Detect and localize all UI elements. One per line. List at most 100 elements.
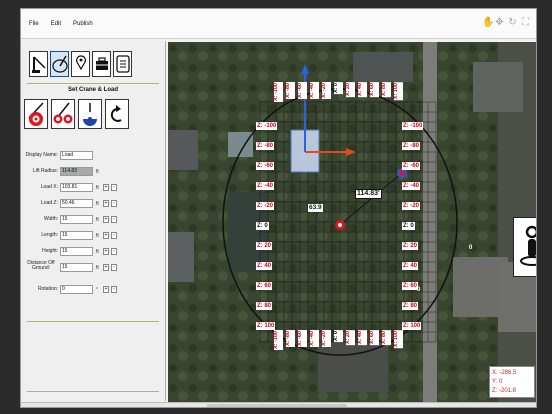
decrement-button[interactable]: - [111, 232, 117, 239]
decrement-button[interactable]: - [111, 200, 117, 207]
field-unit: ° [96, 287, 98, 293]
fullscreen-icon[interactable]: ⛶ [521, 16, 530, 30]
field-input[interactable]: 15 [60, 263, 93, 272]
reset-button[interactable] [105, 99, 129, 129]
field-input[interactable]: 0 [60, 285, 93, 294]
field-unit: ft [96, 217, 99, 223]
rotate-icon[interactable]: ↻ [508, 16, 517, 30]
increment-button[interactable]: + [103, 232, 109, 239]
crane-red-target-icon [28, 102, 44, 126]
decrement-button[interactable]: - [111, 264, 117, 271]
x-axis-label: X: -20 [321, 82, 331, 99]
field-row: Display Name: Load [21, 151, 161, 163]
z-axis-label: Z: 80 [256, 302, 273, 310]
toolbox-icon [95, 57, 108, 70]
field-unit: ft [96, 249, 99, 255]
menu-edit[interactable]: Edit [51, 21, 61, 27]
field-input[interactable]: 50.46 [60, 199, 93, 208]
decrement-button[interactable]: - [111, 248, 117, 255]
x-axis-label: X: -80 [285, 82, 295, 99]
increment-button[interactable]: + [103, 184, 109, 191]
coord-z: Z: -201.8 [492, 388, 517, 394]
x-axis-label: X: -100 [273, 82, 283, 103]
list-icon [115, 55, 130, 73]
list-tool-button[interactable] [113, 51, 132, 77]
pan-hand-icon[interactable]: ✋ [482, 16, 494, 30]
move-arrows-icon[interactable]: ✥ [495, 16, 504, 30]
z-axis-label: Z: 60 [256, 282, 273, 290]
x-axis-label: X: 40 [357, 330, 367, 346]
sidebar: Set Crane & Load Display Name: Load Lift R… [21, 41, 166, 401]
x-axis-label: X: -60 [297, 330, 307, 347]
scrollbar-thumb[interactable] [207, 404, 347, 407]
increment-button[interactable]: + [103, 264, 109, 271]
x-axis-label: X: -40 [309, 82, 319, 99]
increment-button[interactable]: + [103, 286, 109, 293]
undo-icon [110, 105, 122, 122]
z-axis-label: Z: 100 [402, 322, 422, 330]
view-tools: ✋ ✥ ↻ ⛶ [482, 16, 530, 30]
field-row: Distance Off Ground: 15 ft + - [21, 260, 161, 275]
z-axis-label: Z: -60 [256, 162, 275, 170]
field-row: Length: 15 ft + - [21, 231, 161, 243]
field-label: Width: [43, 216, 58, 222]
divider [27, 391, 159, 392]
z-axis-label: Z: -100 [402, 122, 424, 130]
divider [27, 321, 159, 322]
field-input: 114.83 [60, 167, 93, 176]
map-view[interactable]: 114.83' 63.9 0 0 Z: -100 Z: -80 Z: -60 Z: -… [168, 42, 536, 402]
increment-button[interactable]: + [103, 200, 109, 207]
field-unit: ft [96, 185, 99, 191]
z-axis-label: Z: -20 [256, 202, 275, 210]
toolbox-tool-button[interactable] [92, 51, 111, 77]
z-axis-label: Z: -100 [256, 122, 278, 130]
increment-button[interactable]: + [103, 248, 109, 255]
crane-option-2[interactable] [51, 99, 75, 129]
x-axis-label: X: 60 [369, 82, 379, 98]
crane-option-3[interactable] [78, 99, 102, 129]
menu-file[interactable]: File [29, 21, 39, 27]
z-axis-label: Z: -60 [402, 162, 421, 170]
z-axis-label: Z: -20 [402, 202, 421, 210]
section-title: Set Crane & Load [67, 87, 118, 93]
field-row: Load X: 103.81 ft + - [21, 183, 161, 195]
crane-options [24, 99, 129, 129]
decrement-button[interactable]: - [111, 286, 117, 293]
menu-publish[interactable]: Publish [73, 21, 93, 27]
crane-double-target-icon [53, 102, 73, 124]
z-axis-label: Z: 60 [402, 282, 419, 290]
field-label: Distance Off Ground: [27, 260, 55, 271]
radius-tool-button[interactable] [50, 51, 69, 77]
coord-y: Y: 0 [492, 379, 503, 385]
field-unit: ft [96, 265, 99, 271]
x-axis-label: X: 100 [393, 330, 403, 349]
field-input[interactable]: 15 [60, 215, 93, 224]
z-axis-label: Z: -40 [256, 182, 275, 190]
radius-label: 114.83' [355, 189, 382, 199]
field-input[interactable]: 15 [60, 231, 93, 240]
x-axis-label: X: -40 [309, 330, 319, 347]
increment-button[interactable]: + [103, 216, 109, 223]
app-window: File Edit Publish ✋ ✥ ↻ ⛶ Set Crane & Lo… [20, 8, 537, 408]
field-input[interactable]: Load [60, 151, 93, 160]
z-axis-label: Z: 20 [256, 242, 273, 250]
z-axis-label: Z: -80 [256, 142, 275, 150]
z-axis-label: Z: 100 [256, 322, 276, 330]
z-axis-label: Z: 0 [402, 222, 415, 230]
field-label: Load X: [40, 184, 58, 190]
x-axis-label: X: 0 [333, 330, 343, 343]
decrement-button[interactable]: - [111, 184, 117, 191]
field-row: Rotation: 0 ° + - [21, 285, 161, 297]
decrement-button[interactable]: - [111, 216, 117, 223]
location-tool-button[interactable] [71, 51, 90, 77]
field-label: Load Z: [41, 200, 58, 206]
street-view-button[interactable] [513, 217, 536, 277]
horizontal-scrollbar[interactable] [21, 402, 536, 407]
field-unit: ft [96, 169, 99, 175]
crane-option-1[interactable] [24, 99, 48, 129]
crane-tool-button[interactable] [29, 51, 48, 77]
field-unit: ft [96, 201, 99, 207]
person-pin-icon [519, 225, 536, 266]
field-input[interactable]: 15 [60, 247, 93, 256]
field-input[interactable]: 103.81 [60, 183, 93, 192]
